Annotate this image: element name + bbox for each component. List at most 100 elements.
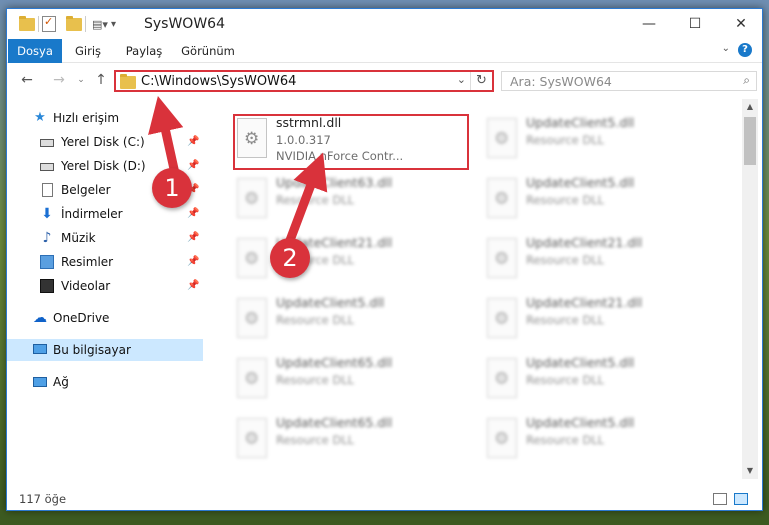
dll-file-icon	[237, 358, 267, 398]
forward-button[interactable]: →	[49, 70, 69, 90]
documents-icon	[42, 183, 53, 197]
file-name: UpdateClient65.dll	[276, 355, 393, 370]
scroll-up-icon[interactable]: ▲	[742, 99, 758, 115]
file-name: UpdateClient5.dll	[526, 355, 635, 370]
file-description: Resource DLL	[276, 193, 355, 207]
sidebar-item-label: İndirmeler	[61, 207, 123, 221]
network-icon	[33, 377, 47, 387]
sidebar-item-label: Bu bilgisayar	[53, 343, 131, 357]
explorer-window: ▤▾ ▾ SysWOW64 — ☐ ✕ Dosya Giriş Paylaş G…	[6, 8, 763, 511]
expand-ribbon-icon[interactable]: ⌄	[722, 43, 730, 54]
properties-icon[interactable]	[42, 15, 56, 32]
file-tile[interactable]: UpdateClient21.dll Resource DLL	[482, 235, 722, 287]
vertical-scrollbar[interactable]: ▲ ▼	[742, 99, 758, 479]
file-tile[interactable]: UpdateClient5.dll Resource DLL	[482, 115, 722, 167]
file-tile[interactable]: UpdateClient65.dll Resource DLL	[232, 415, 472, 467]
navigation-bar: ← → ⌄ ↑ C:\Windows\SysWOW64 ⌄ ↻ Ara: Sys…	[7, 65, 762, 95]
file-name: UpdateClient5.dll	[276, 295, 385, 310]
minimize-button[interactable]: —	[626, 9, 672, 39]
customize-icon[interactable]: ▤▾	[89, 18, 111, 31]
file-list: sstrmnl.dll 1.0.0.317 NVIDIA nForce Cont…	[212, 99, 742, 479]
dll-file-icon	[487, 298, 517, 338]
tab-home[interactable]: Giriş	[66, 39, 110, 63]
status-bar: 117 öğe	[7, 487, 762, 510]
recent-locations-icon[interactable]: ⌄	[71, 70, 91, 90]
pin-icon[interactable]: 📌	[187, 227, 199, 249]
pictures-icon	[40, 255, 54, 269]
item-count: 117 öğe	[19, 492, 67, 506]
dll-file-icon	[487, 118, 517, 158]
dll-file-icon	[487, 178, 517, 218]
file-tile[interactable]: UpdateClient21.dll Resource DLL	[482, 295, 722, 347]
sidebar-item-label: Belgeler	[61, 183, 111, 197]
sidebar-item-quick-access[interactable]: ★ Hızlı erişim	[7, 107, 203, 129]
pin-icon[interactable]: 📌	[187, 275, 199, 297]
tab-file[interactable]: Dosya	[8, 39, 62, 63]
folder-icon	[120, 74, 136, 89]
file-name: UpdateClient21.dll	[526, 295, 643, 310]
file-tile[interactable]: UpdateClient5.dll Resource DLL	[232, 295, 472, 347]
dll-file-icon	[237, 298, 267, 338]
file-description: Resource DLL	[276, 433, 355, 447]
sidebar-item-label: Resimler	[61, 255, 114, 269]
address-path[interactable]: C:\Windows\SysWOW64	[141, 74, 296, 89]
pin-icon[interactable]: 📌	[187, 131, 199, 153]
details-view-icon[interactable]	[713, 493, 727, 505]
pin-icon[interactable]: 📌	[187, 251, 199, 273]
sidebar-item-onedrive[interactable]: ☁ OneDrive	[7, 307, 203, 329]
divider	[85, 16, 86, 32]
tiles-view-icon[interactable]	[734, 493, 748, 505]
dll-file-icon	[487, 358, 517, 398]
sidebar-item-videos[interactable]: Videolar 📌	[7, 275, 203, 297]
file-tile[interactable]: UpdateClient63.dll Resource DLL	[232, 175, 472, 227]
videos-icon	[40, 279, 54, 293]
step-1-badge: 1	[152, 168, 192, 208]
step-2-badge: 2	[270, 238, 310, 278]
scroll-thumb[interactable]	[744, 117, 756, 165]
sidebar-item-label: Ağ	[53, 375, 69, 389]
pin-icon[interactable]: 📌	[187, 203, 199, 225]
maximize-button[interactable]: ☐	[672, 9, 718, 39]
file-tile[interactable]: UpdateClient65.dll Resource DLL	[232, 355, 472, 407]
dll-file-icon	[237, 418, 267, 458]
search-placeholder: Ara: SysWOW64	[510, 74, 612, 89]
help-icon[interactable]: ?	[738, 43, 752, 57]
disk-icon	[40, 163, 54, 171]
tab-view[interactable]: Görünüm	[177, 39, 239, 63]
file-tile[interactable]: UpdateClient5.dll Resource DLL	[482, 175, 722, 227]
back-button[interactable]: ←	[17, 70, 37, 90]
sidebar-item-label: Müzik	[61, 231, 96, 245]
sidebar-item-pictures[interactable]: Resimler 📌	[7, 251, 203, 273]
close-button[interactable]: ✕	[718, 9, 762, 39]
tab-share[interactable]: Paylaş	[119, 39, 169, 63]
address-bar[interactable]: C:\Windows\SysWOW64 ⌄ ↻	[114, 70, 494, 92]
sidebar-item-label: Yerel Disk (C:)	[61, 135, 145, 149]
file-name: UpdateClient65.dll	[276, 415, 393, 430]
file-tile[interactable]: UpdateClient21.dll Resource DLL	[232, 235, 472, 287]
file-description: Resource DLL	[526, 133, 605, 147]
star-icon: ★	[34, 110, 46, 125]
file-tile[interactable]: UpdateClient5.dll Resource DLL	[482, 415, 722, 467]
address-dropdown-icon[interactable]: ⌄	[457, 73, 466, 86]
scroll-down-icon[interactable]: ▼	[742, 463, 758, 479]
sidebar-item-label: Hızlı erişim	[53, 111, 120, 125]
sidebar-item-label: Yerel Disk (D:)	[61, 159, 146, 173]
file-name: UpdateClient5.dll	[526, 115, 635, 130]
sidebar-item-label: Videolar	[61, 279, 111, 293]
window-title: SysWOW64	[144, 16, 225, 32]
up-button[interactable]: ↑	[91, 70, 111, 90]
file-tile[interactable]: UpdateClient5.dll Resource DLL	[482, 355, 722, 407]
search-input[interactable]: Ara: SysWOW64 ⌕	[501, 71, 757, 91]
pin-icon[interactable]: 📌	[187, 155, 199, 177]
sidebar-item-network[interactable]: Ağ	[7, 371, 203, 393]
file-description: Resource DLL	[526, 193, 605, 207]
toolbar-dropdown-icon[interactable]: ▾	[111, 19, 123, 30]
sidebar-item-local-disk-c[interactable]: Yerel Disk (C:) 📌	[7, 131, 203, 153]
file-description: Resource DLL	[526, 373, 605, 387]
sidebar-item-music[interactable]: ♪ Müzik 📌	[7, 227, 203, 249]
refresh-icon[interactable]: ↻	[470, 72, 492, 90]
music-icon: ♪	[42, 230, 52, 246]
new-folder-icon[interactable]	[66, 15, 82, 31]
sidebar-item-this-pc[interactable]: Bu bilgisayar	[7, 339, 203, 361]
this-pc-icon	[33, 344, 47, 354]
